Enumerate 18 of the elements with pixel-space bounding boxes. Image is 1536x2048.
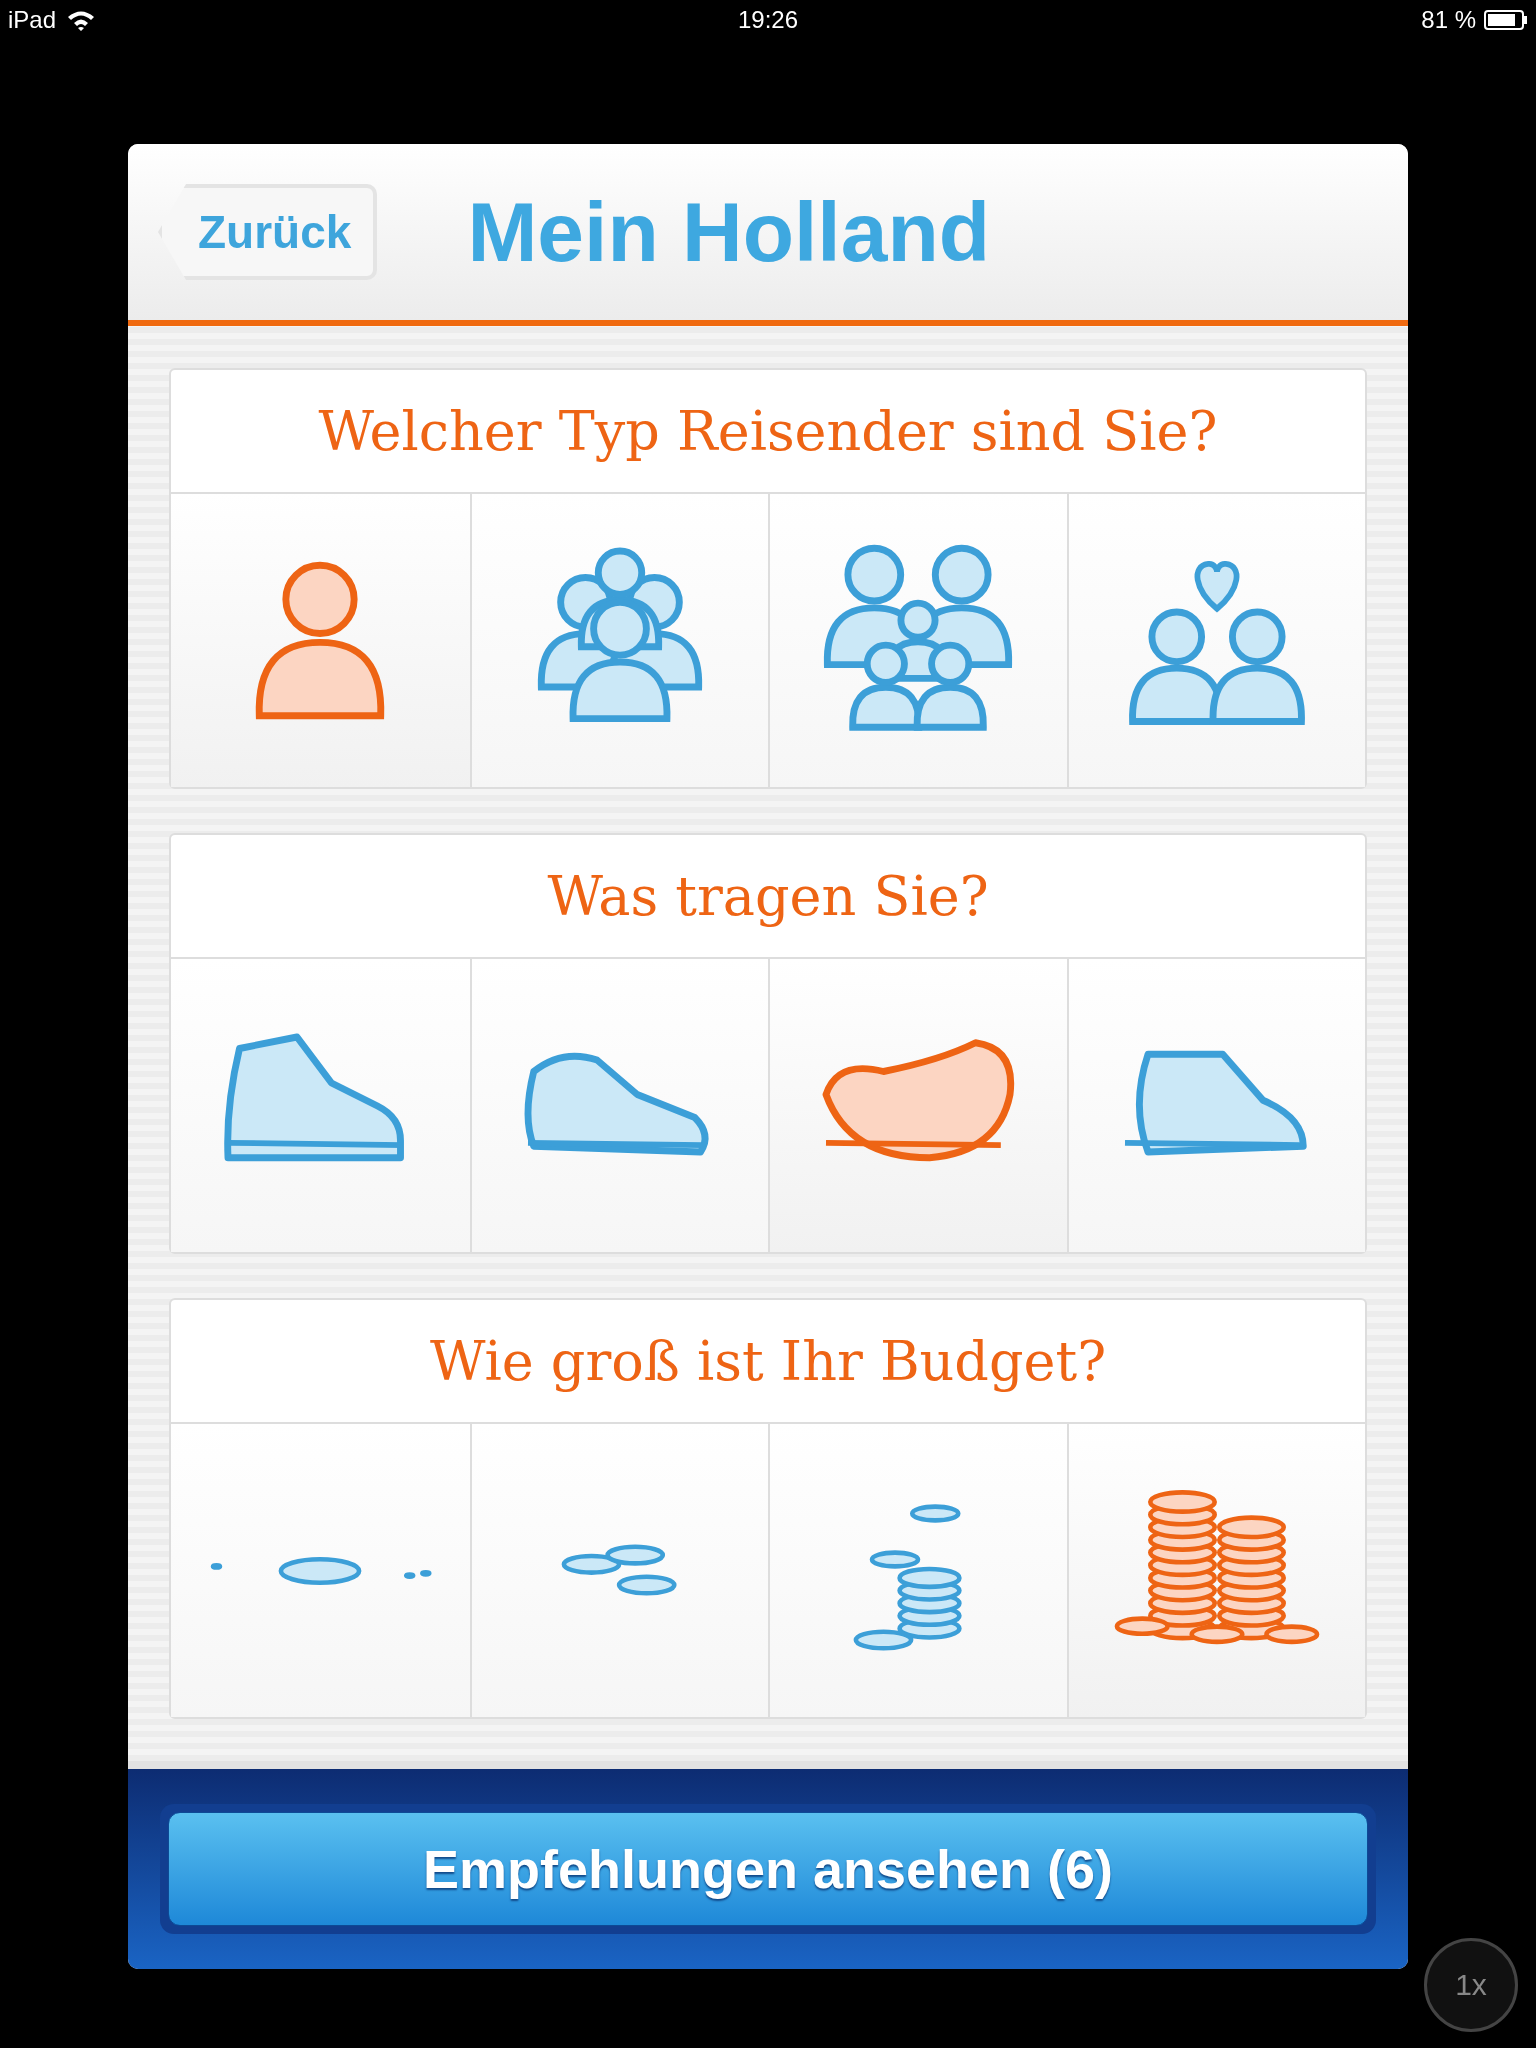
wifi-icon [66,9,97,31]
battery-icon [1484,10,1528,30]
back-button[interactable]: Zurück [158,184,378,280]
page-title: Mein Holland [467,183,991,281]
option-cell[interactable] [1066,494,1365,787]
clock-time: 19:26 [737,6,799,34]
option-cell[interactable] [768,959,1067,1252]
option-cell[interactable] [1066,959,1365,1252]
recommendations-button[interactable]: Empfehlungen ansehen (6) [168,1812,1368,1926]
option-cell[interactable] [469,959,768,1252]
option-cell[interactable] [768,494,1067,787]
option-cell[interactable] [1066,1424,1365,1717]
option-cell[interactable] [469,494,768,787]
option-cell[interactable] [469,1424,768,1717]
option-cell[interactable] [768,1424,1067,1717]
battery-percent: 81 % [1421,6,1476,34]
device-name: iPad [8,6,57,34]
zoom-button[interactable]: 1x [1424,1938,1518,2032]
